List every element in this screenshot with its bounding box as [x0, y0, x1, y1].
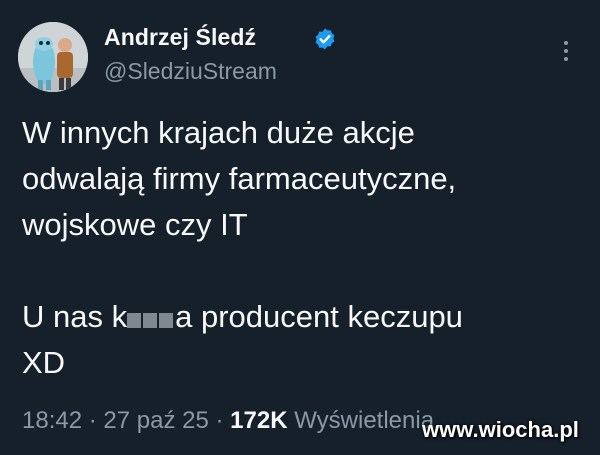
meta-separator: · — [88, 407, 97, 434]
more-options-icon[interactable] — [562, 40, 570, 62]
avatar-image — [18, 22, 88, 92]
views-count[interactable]: 172K — [230, 407, 287, 434]
tweet-text-line: XD — [22, 345, 66, 380]
tweet-text-fragment: a producent keczupu — [175, 299, 463, 334]
views-label: Wyświetlenia — [294, 407, 435, 434]
tweet-text: W innych krajach duże akcje odwalają fir… — [22, 110, 592, 386]
tweet-date[interactable]: 27 paź 25 — [103, 407, 208, 434]
watermark: www.wiocha.pl — [422, 417, 579, 442]
tweet-time[interactable]: 18:42 — [22, 407, 82, 434]
tweet-text-line: W innych krajach duże akcje — [22, 115, 415, 150]
author-handle[interactable]: @SledziuStream — [104, 58, 277, 85]
verified-badge-icon[interactable] — [313, 27, 337, 51]
author-name[interactable]: Andrzej Śledź — [104, 24, 256, 51]
tweet-text-line: odwalają firmy farmaceutyczne, — [22, 161, 457, 196]
tweet-text-line: U nas k a producent keczupu — [22, 294, 592, 340]
tweet-meta: 18:42 · 27 paź 25 · 172K Wyświetlenia — [22, 407, 434, 435]
tweet-text-fragment: U nas k — [22, 299, 128, 334]
tweet-card: Andrzej Śledź @SledziuStream W innych kr… — [0, 0, 600, 455]
censored-word — [127, 295, 175, 341]
tweet-text-line: wojskowe czy IT — [22, 207, 248, 242]
meta-separator: · — [215, 407, 224, 434]
avatar[interactable] — [18, 22, 88, 92]
